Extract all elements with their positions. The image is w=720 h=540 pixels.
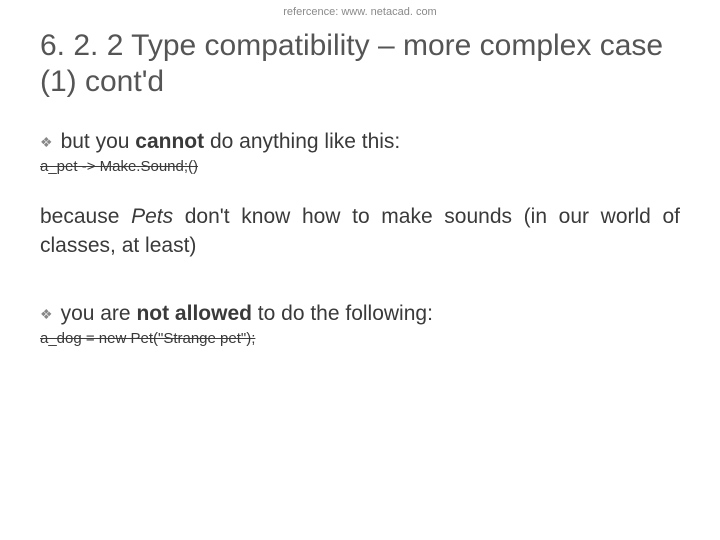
code-line-2: a_dog = new Pet("Strange pet"); [40, 330, 680, 347]
bullet-1-pre: but you [61, 130, 136, 153]
bullet-2: ❖ you are not allowed to do the followin… [40, 300, 680, 328]
bullet-2-bold: not allowed [136, 302, 252, 325]
diamond-icon: ❖ [40, 306, 53, 323]
diamond-icon: ❖ [40, 134, 53, 151]
para-italic: Pets [131, 205, 173, 228]
bullet-1-text: but you cannot do anything like this: [61, 128, 401, 156]
bullet-1: ❖ but you cannot do anything like this: [40, 128, 680, 156]
bullet-1-bold: cannot [135, 130, 204, 153]
para-pre: because [40, 205, 131, 228]
bullet-1-post: do anything like this: [204, 130, 400, 153]
paragraph-1: because Pets don't know how to make soun… [40, 203, 680, 260]
reference-text: refercence: www. netacad. com [40, 0, 680, 18]
bullet-2-text: you are not allowed to do the following: [61, 300, 433, 328]
bullet-2-post: to do the following: [252, 302, 433, 325]
slide-title: 6. 2. 2 Type compatibility – more comple… [40, 28, 680, 100]
code-line-1: a_pet -> Make.Sound;() [40, 158, 680, 175]
slide: refercence: www. netacad. com 6. 2. 2 Ty… [0, 0, 720, 540]
bullet-2-pre: you are [61, 302, 137, 325]
